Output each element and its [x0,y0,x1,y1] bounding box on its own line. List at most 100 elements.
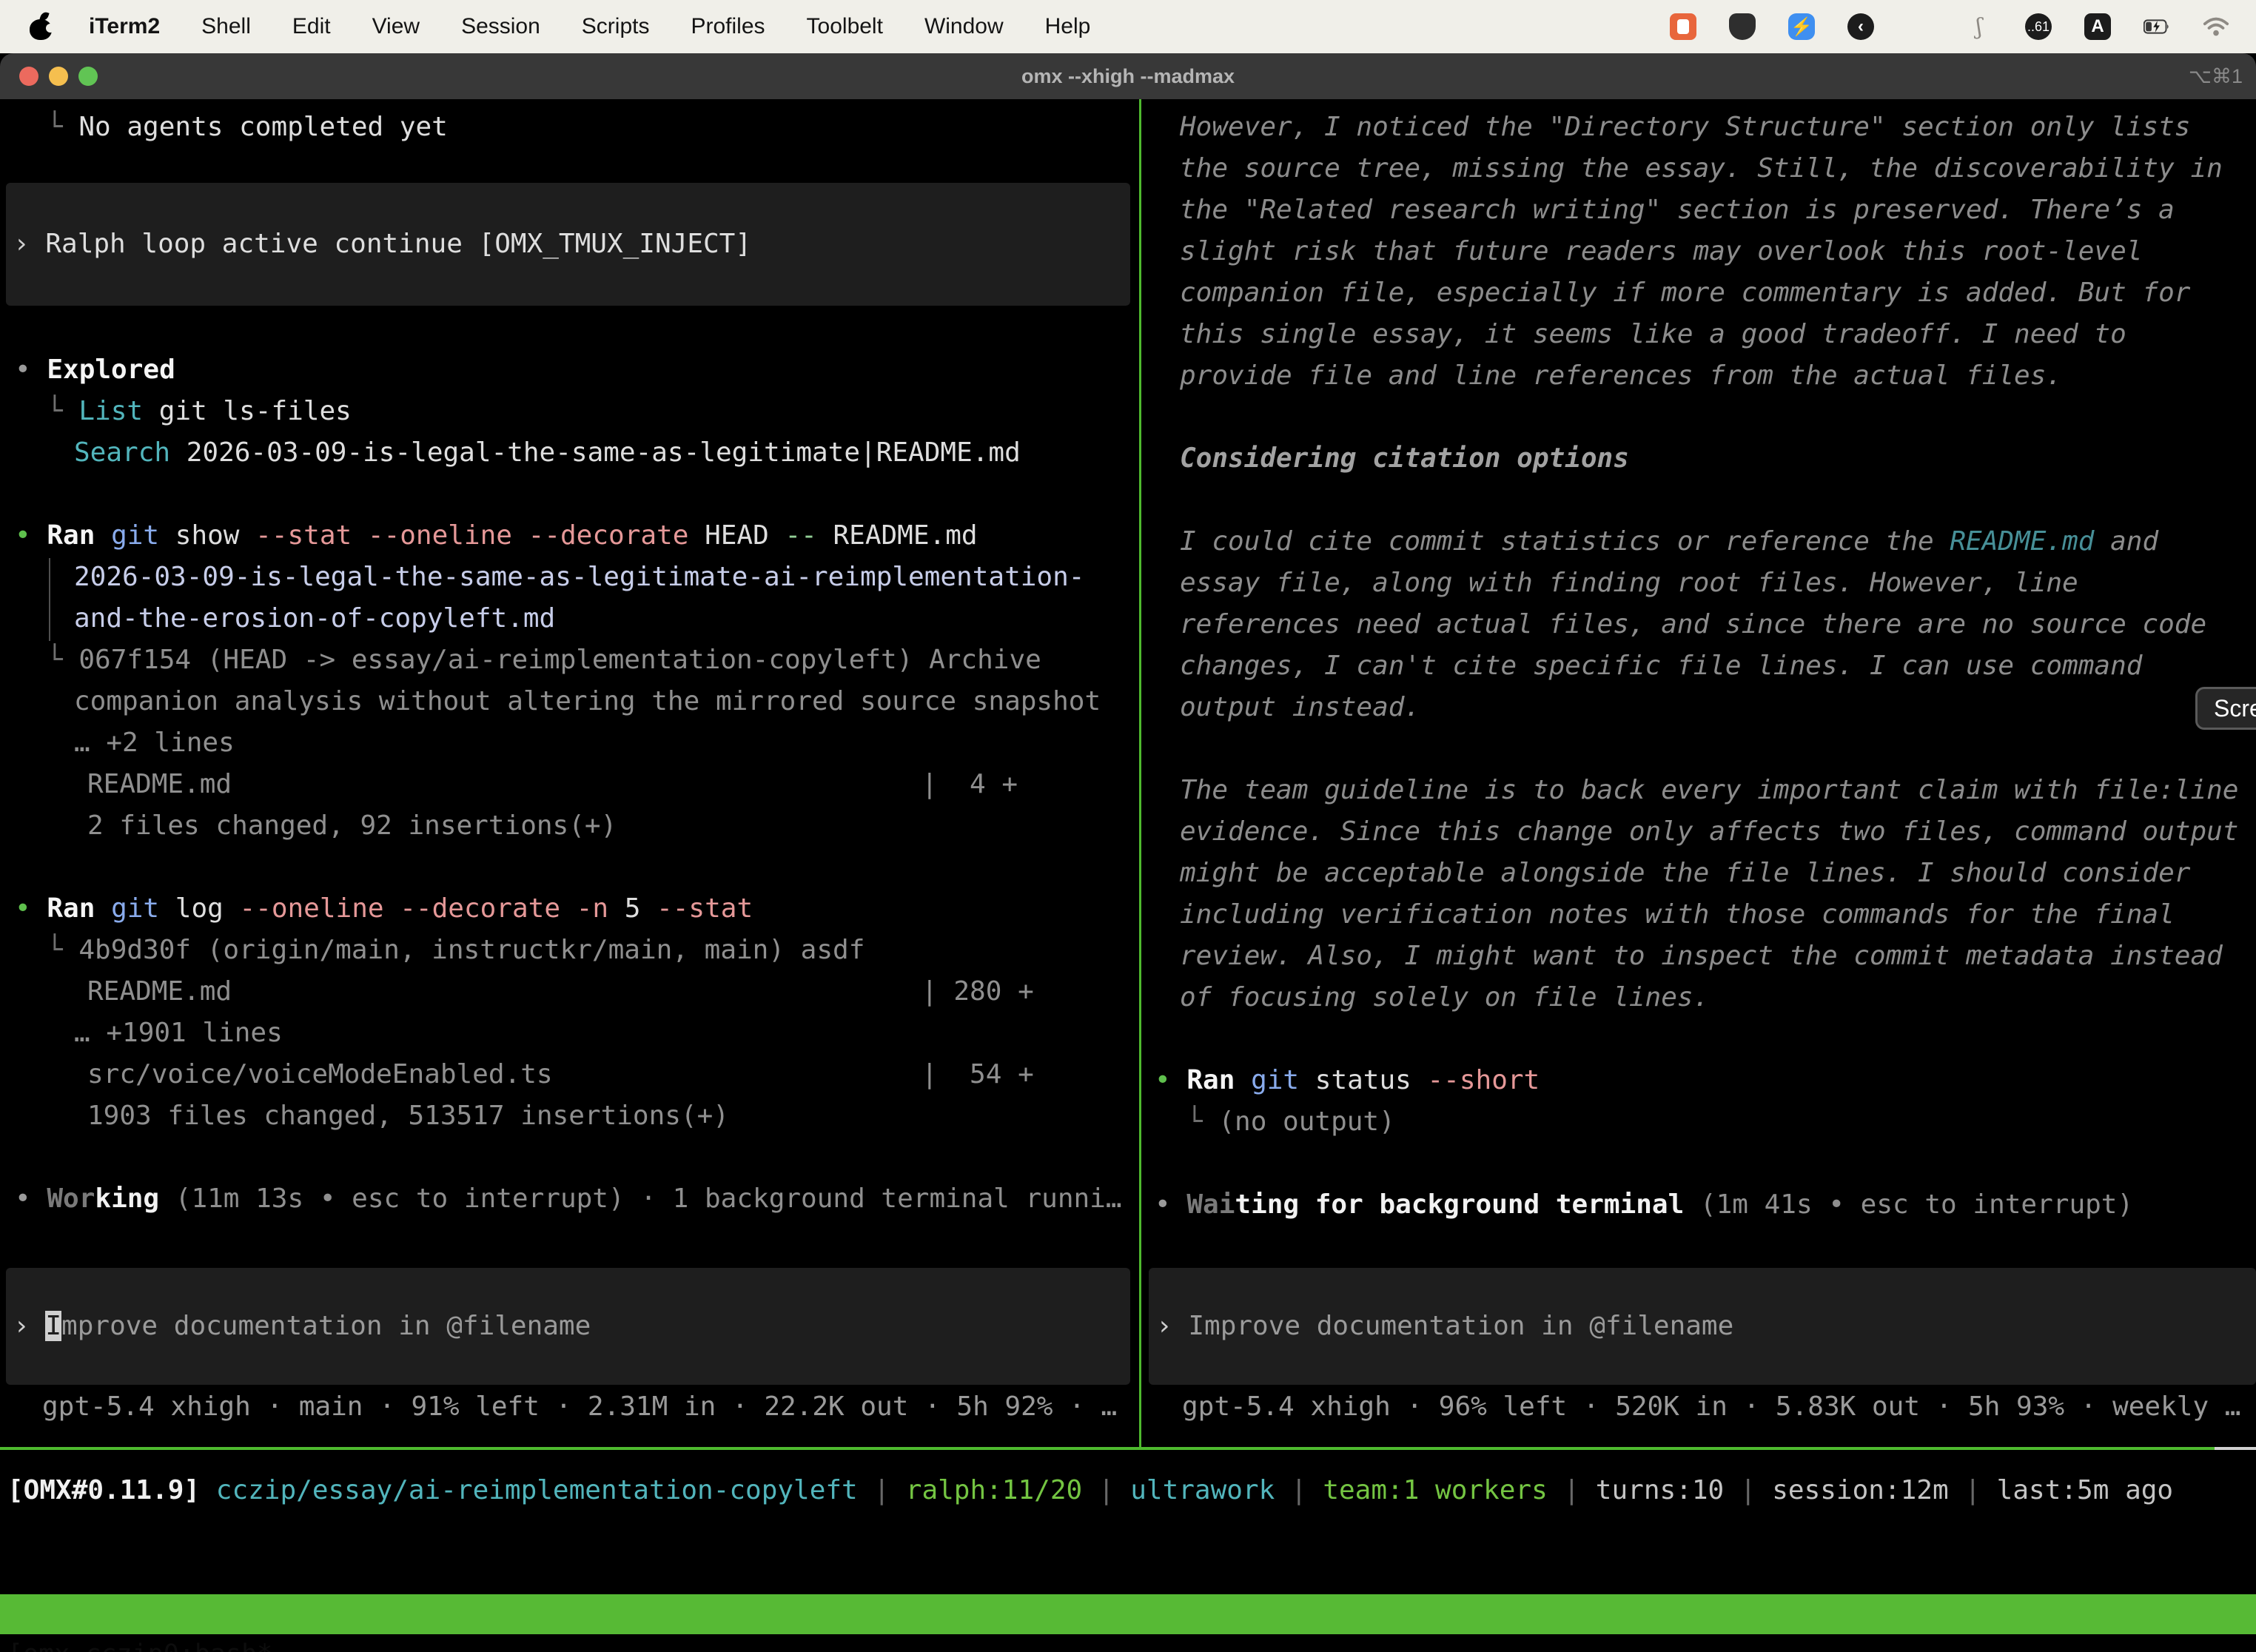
terminal-line: … +2 lines [0,722,1139,764]
terminal-line: might be acceptable alongside the file l… [1140,853,2256,894]
omx-status-bar: [OMX#0.11.9] cczip/essay/ai-reimplementa… [7,1470,2173,1511]
terminal-line: README.md | 4 + [0,764,1139,805]
tmux-status-bar: [omx-cczip0:bash* "MacBook-Pro-44.local"… [0,1594,2256,1634]
menu-status-icons: ⚡ ‹ ʃ ..61 A [1670,13,2229,40]
terminal-line: and-the-erosion-of-copyleft.md [0,598,1139,639]
terminal-line: The team guideline is to back every impo… [1140,770,2256,811]
terminal-line: └ No agents completed yet [0,107,1139,148]
wifi-icon[interactable] [2203,13,2229,40]
terminal-line: slight risk that future readers may over… [1140,231,2256,272]
menu-item-help[interactable]: Help [1024,14,1112,38]
terminal-line: output instead. [1140,687,2256,728]
left-prompt-input[interactable]: › Improve documentation in @filename [6,1268,1130,1385]
a-badge-icon[interactable]: A [2084,13,2111,40]
squiggle-icon[interactable]: ʃ [1966,13,1993,40]
window-shortcut-hint: ⌥⌘1 [2189,65,2243,88]
tree-guide-line [49,558,50,641]
battery-icon[interactable] [2143,13,2170,40]
chat-icon[interactable] [1670,13,1696,40]
left-input-text: mprove documentation in @filename [61,1311,591,1341]
terminal-line: including verification notes with those … [1140,894,2256,936]
inject-box-line: › Ralph loop active continue [OMX_TMUX_I… [6,224,751,265]
window-titlebar[interactable]: omx --xhigh --madmax ⌥⌘1 [0,53,2256,99]
terminal-line [1140,1143,2256,1184]
terminal-line: … +1901 lines [0,1013,1139,1054]
left-session-statusline: gpt-5.4 xhigh · main · 91% left · 2.31M … [42,1386,1117,1428]
terminal-line: 2 files changed, 92 insertions(+) [0,805,1139,847]
shield-icon[interactable] [1729,13,1756,40]
menu-item-session[interactable]: Session [440,14,561,38]
terminal-line: • Explored [0,349,1139,391]
terminal-line: └ List git ls-files [0,391,1139,432]
terminal-line: src/voice/voiceModeEnabled.ts | 54 + [0,1054,1139,1095]
terminal-line: evidence. Since this change only affects… [1140,811,2256,853]
left-inject-box[interactable]: › Ralph loop active continue [OMX_TMUX_I… [6,183,1130,306]
terminal-line: I could cite commit statistics or refere… [1140,521,2256,563]
prompt-chevron: › [13,1311,45,1341]
menu-item-shell[interactable]: Shell [181,14,272,38]
pane-bottom-border-end [2215,1447,2256,1450]
left-pane-output: • Explored└ List git ls-filesSearch 2026… [0,349,1139,1220]
terminal-line: companion analysis without altering the … [0,681,1139,722]
menu-item-window[interactable]: Window [904,14,1024,38]
right-pane-output: However, I noticed the "Directory Struct… [1140,107,2256,1226]
terminal-line: this single essay, it seems like a good … [1140,314,2256,355]
menu-item-toolbelt[interactable]: Toolbelt [786,14,904,38]
terminal-line: However, I noticed the "Directory Struct… [1140,107,2256,148]
terminal-line [0,1137,1139,1178]
terminal-line: 1903 files changed, 513517 insertions(+) [0,1095,1139,1137]
terminal-line: • Working (11m 13s • esc to interrupt) ·… [0,1178,1139,1220]
pane-bottom-border [0,1447,2215,1450]
right-input-text: Improve documentation in @filename [1188,1311,1733,1341]
menu-item-view[interactable]: View [352,14,440,38]
terminal-line: changes, I can't cite specific file line… [1140,645,2256,687]
terminal-line: the source tree, missing the essay. Stil… [1140,148,2256,189]
menu-items: iTerm2ShellEditViewSessionScriptsProfile… [30,13,1111,40]
terminal-line: └ 4b9d30f (origin/main, instructkr/main,… [0,930,1139,971]
terminal-line: the "Related research writing" section i… [1140,189,2256,231]
terminal-line: review. Also, I might want to inspect th… [1140,936,2256,977]
terminal-line: companion file, especially if more comme… [1140,272,2256,314]
prompt-chevron: › [1156,1311,1188,1341]
text-cursor: I [45,1311,61,1341]
crescent-icon[interactable]: ‹ [1847,13,1874,40]
apple-logo-icon[interactable] [30,13,52,40]
menu-bar: iTerm2ShellEditViewSessionScriptsProfile… [0,0,2256,53]
terminal-line: essay file, along with finding root file… [1140,563,2256,604]
blue-badge-icon[interactable]: ⚡ [1788,13,1815,40]
terminal-line [1140,397,2256,438]
terminal-line [1140,480,2256,521]
menu-item-iterm2[interactable]: iTerm2 [68,14,181,38]
terminal-line: of focusing solely on file lines. [1140,977,2256,1018]
terminal-line: • Waiting for background terminal (1m 41… [1140,1184,2256,1226]
terminal-line [0,474,1139,515]
terminal-line: Search 2026-03-09-is-legal-the-same-as-l… [0,432,1139,474]
terminal-line: references need actual files, and since … [1140,604,2256,645]
terminal-line [1140,1018,2256,1060]
screen: iTerm2ShellEditViewSessionScriptsProfile… [0,0,2256,1652]
right-input-line: › Improve documentation in @filename [1149,1306,1733,1347]
terminal-line: └ 067f154 (HEAD -> essay/ai-reimplementa… [0,639,1139,681]
menu-item-profiles[interactable]: Profiles [670,14,785,38]
terminal-line: Considering citation options [1140,438,2256,480]
badge-61-icon[interactable]: ..61 [2025,13,2052,40]
terminal-line: └ (no output) [1140,1101,2256,1143]
terminal-line [0,847,1139,888]
terminal-line: • Ran git show --stat --oneline --decora… [0,515,1139,557]
right-session-statusline: gpt-5.4 xhigh · 96% left · 520K in · 5.8… [1182,1386,2240,1428]
terminal-line: provide file and line references from th… [1140,355,2256,397]
tmux-session-label[interactable]: [omx-cczip0:bash* [7,1634,272,1652]
screen-sharing-tooltip: Scre [2195,687,2256,730]
dots-grid-icon[interactable] [1907,13,1933,40]
terminal-line: • Ran git log --oneline --decorate -n 5 … [0,888,1139,930]
window-title: omx --xhigh --madmax [0,65,2256,88]
terminal-line: • Ran git status --short [1140,1060,2256,1101]
right-prompt-input[interactable]: › Improve documentation in @filename [1149,1268,2256,1385]
menu-item-edit[interactable]: Edit [272,14,352,38]
menu-item-scripts[interactable]: Scripts [561,14,671,38]
terminal-line: 2026-03-09-is-legal-the-same-as-legitima… [0,557,1139,598]
terminal-line: README.md | 280 + [0,971,1139,1013]
left-pane-preamble: └ No agents completed yet [0,107,1139,148]
left-input-line: › Improve documentation in @filename [6,1306,591,1347]
terminal-line [1140,728,2256,770]
